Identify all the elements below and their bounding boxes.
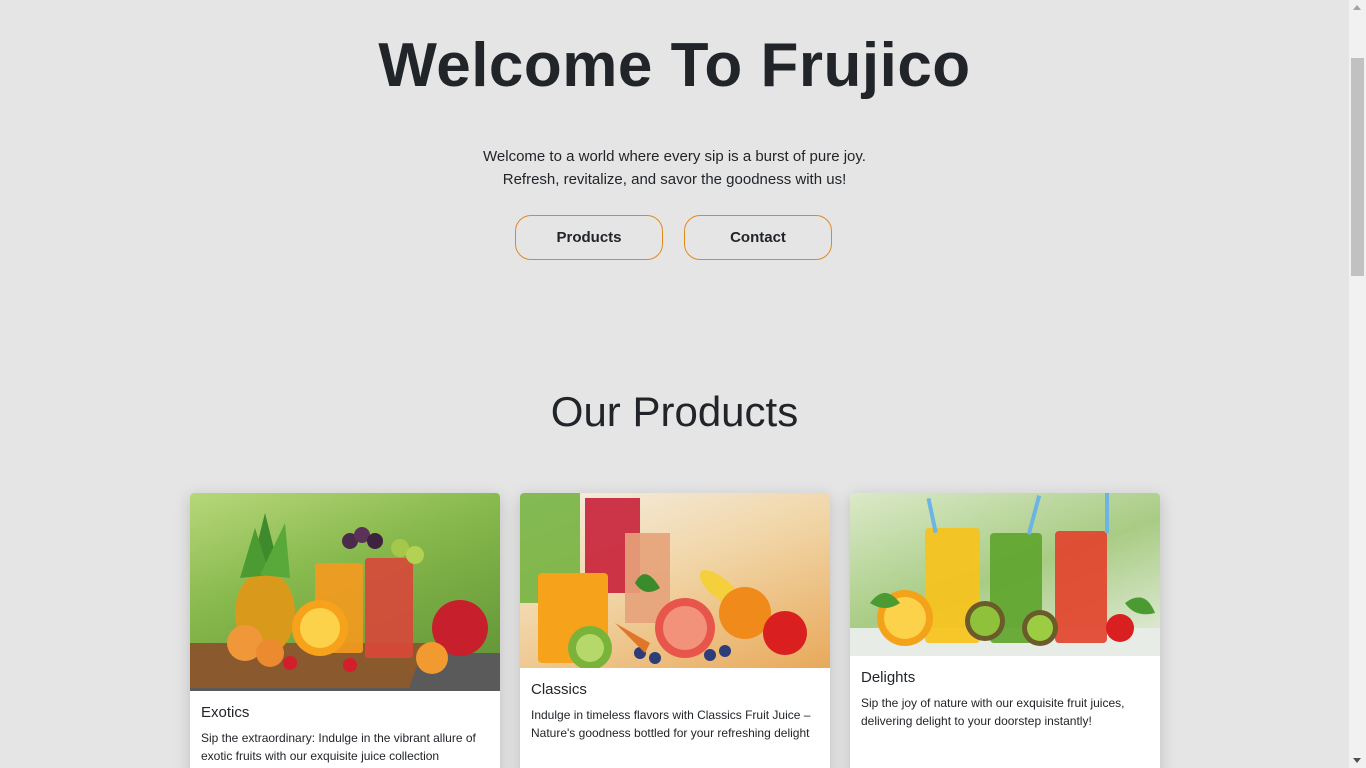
page: Welcome To Frujico Welcome to a world wh…	[0, 0, 1349, 768]
contact-button[interactable]: Contact	[684, 215, 832, 260]
card-description: Indulge in timeless flavors with Classic…	[531, 708, 811, 740]
product-card-exotics[interactable]: Exotics Sip the extraordinary: Indulge i…	[190, 493, 500, 768]
card-body: Exotics Sip the extraordinary: Indulge i…	[190, 691, 500, 768]
classic-fruit-juices-image	[520, 493, 830, 668]
card-title: Delights	[861, 669, 916, 686]
card-title: Classics	[531, 681, 587, 698]
card-title: Exotics	[201, 704, 250, 721]
scroll-down-arrow-icon[interactable]	[1353, 758, 1361, 763]
vertical-scrollbar[interactable]	[1349, 0, 1366, 768]
delight-fruit-juices-image	[850, 493, 1160, 656]
hero-subtitle-line-2: Refresh, revitalize, and savor the goodn…	[502, 171, 847, 188]
scroll-up-arrow-icon[interactable]	[1353, 5, 1361, 10]
product-card-delights[interactable]: Delights Sip the joy of nature with our …	[850, 493, 1160, 768]
product-card-classics[interactable]: Classics Indulge in timeless flavors wit…	[520, 493, 830, 768]
exotic-fruit-juices-image	[190, 493, 500, 691]
hero-subtitle-line-1: Welcome to a world where every sip is a …	[483, 148, 866, 165]
hero-title: Welcome To Frujico	[378, 31, 971, 100]
card-description: Sip the joy of nature with our exquisite…	[861, 696, 1125, 728]
card-body: Classics Indulge in timeless flavors wit…	[520, 668, 830, 752]
products-section-title: Our Products	[550, 388, 799, 435]
scrollbar-thumb[interactable]	[1351, 58, 1364, 276]
card-description: Sip the extraordinary: Indulge in the vi…	[201, 731, 476, 763]
hero-subtitle: Welcome to a world where every sip is a …	[0, 145, 1349, 191]
products-button[interactable]: Products	[515, 215, 663, 260]
card-body: Delights Sip the joy of nature with our …	[850, 656, 1160, 740]
